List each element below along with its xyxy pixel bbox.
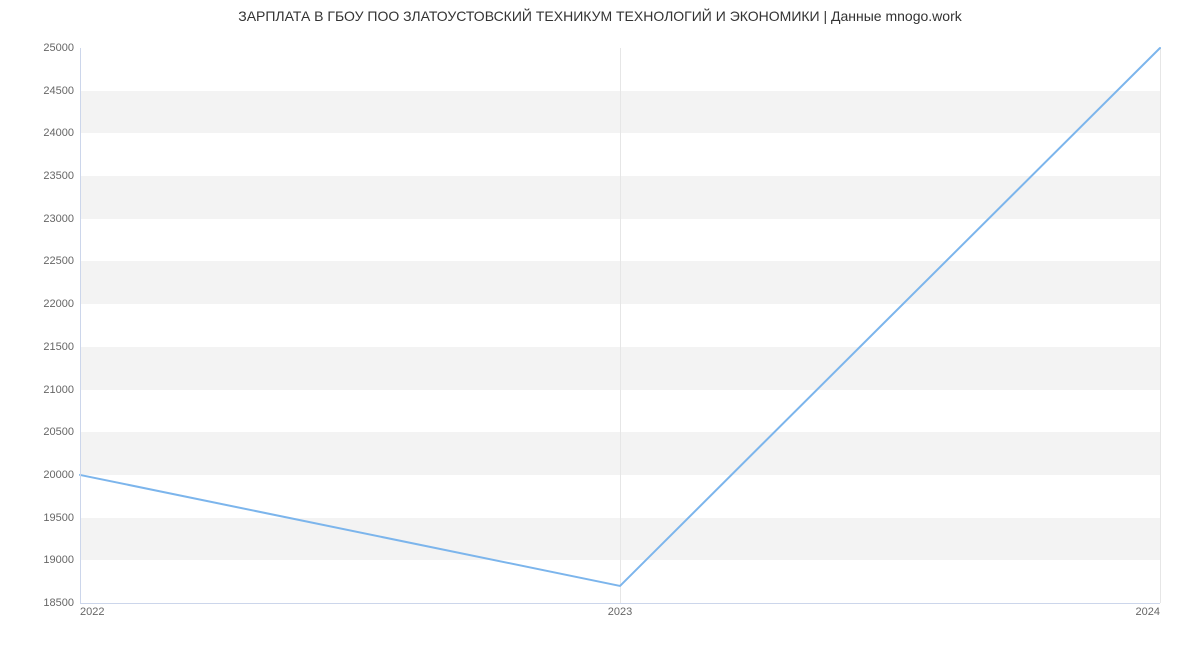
y-tick-label: 25000 (4, 42, 74, 54)
y-tick-label: 19000 (4, 554, 74, 566)
y-tick-label: 21000 (4, 384, 74, 396)
y-tick-label: 20500 (4, 426, 74, 438)
x-tick-label: 2022 (80, 606, 104, 618)
y-tick-label: 20000 (4, 469, 74, 481)
x-gridline (1160, 48, 1161, 603)
data-line (80, 48, 1160, 603)
x-tick-label: 2023 (608, 606, 632, 618)
chart-title: ЗАРПЛАТА В ГБОУ ПОО ЗЛАТОУСТОВСКИЙ ТЕХНИ… (0, 8, 1200, 24)
y-tick-label: 22000 (4, 298, 74, 310)
y-tick-label: 24000 (4, 127, 74, 139)
y-tick-label: 24500 (4, 85, 74, 97)
y-tick-label: 19500 (4, 512, 74, 524)
y-tick-label: 23500 (4, 170, 74, 182)
plot-area (80, 48, 1160, 604)
x-tick-label: 2024 (1136, 606, 1160, 618)
y-axis-line (80, 48, 81, 603)
y-tick-label: 23000 (4, 213, 74, 225)
y-tick-label: 21500 (4, 341, 74, 353)
y-tick-label: 18500 (4, 597, 74, 609)
y-tick-label: 22500 (4, 255, 74, 267)
chart-container: ЗАРПЛАТА В ГБОУ ПОО ЗЛАТОУСТОВСКИЙ ТЕХНИ… (0, 0, 1200, 650)
